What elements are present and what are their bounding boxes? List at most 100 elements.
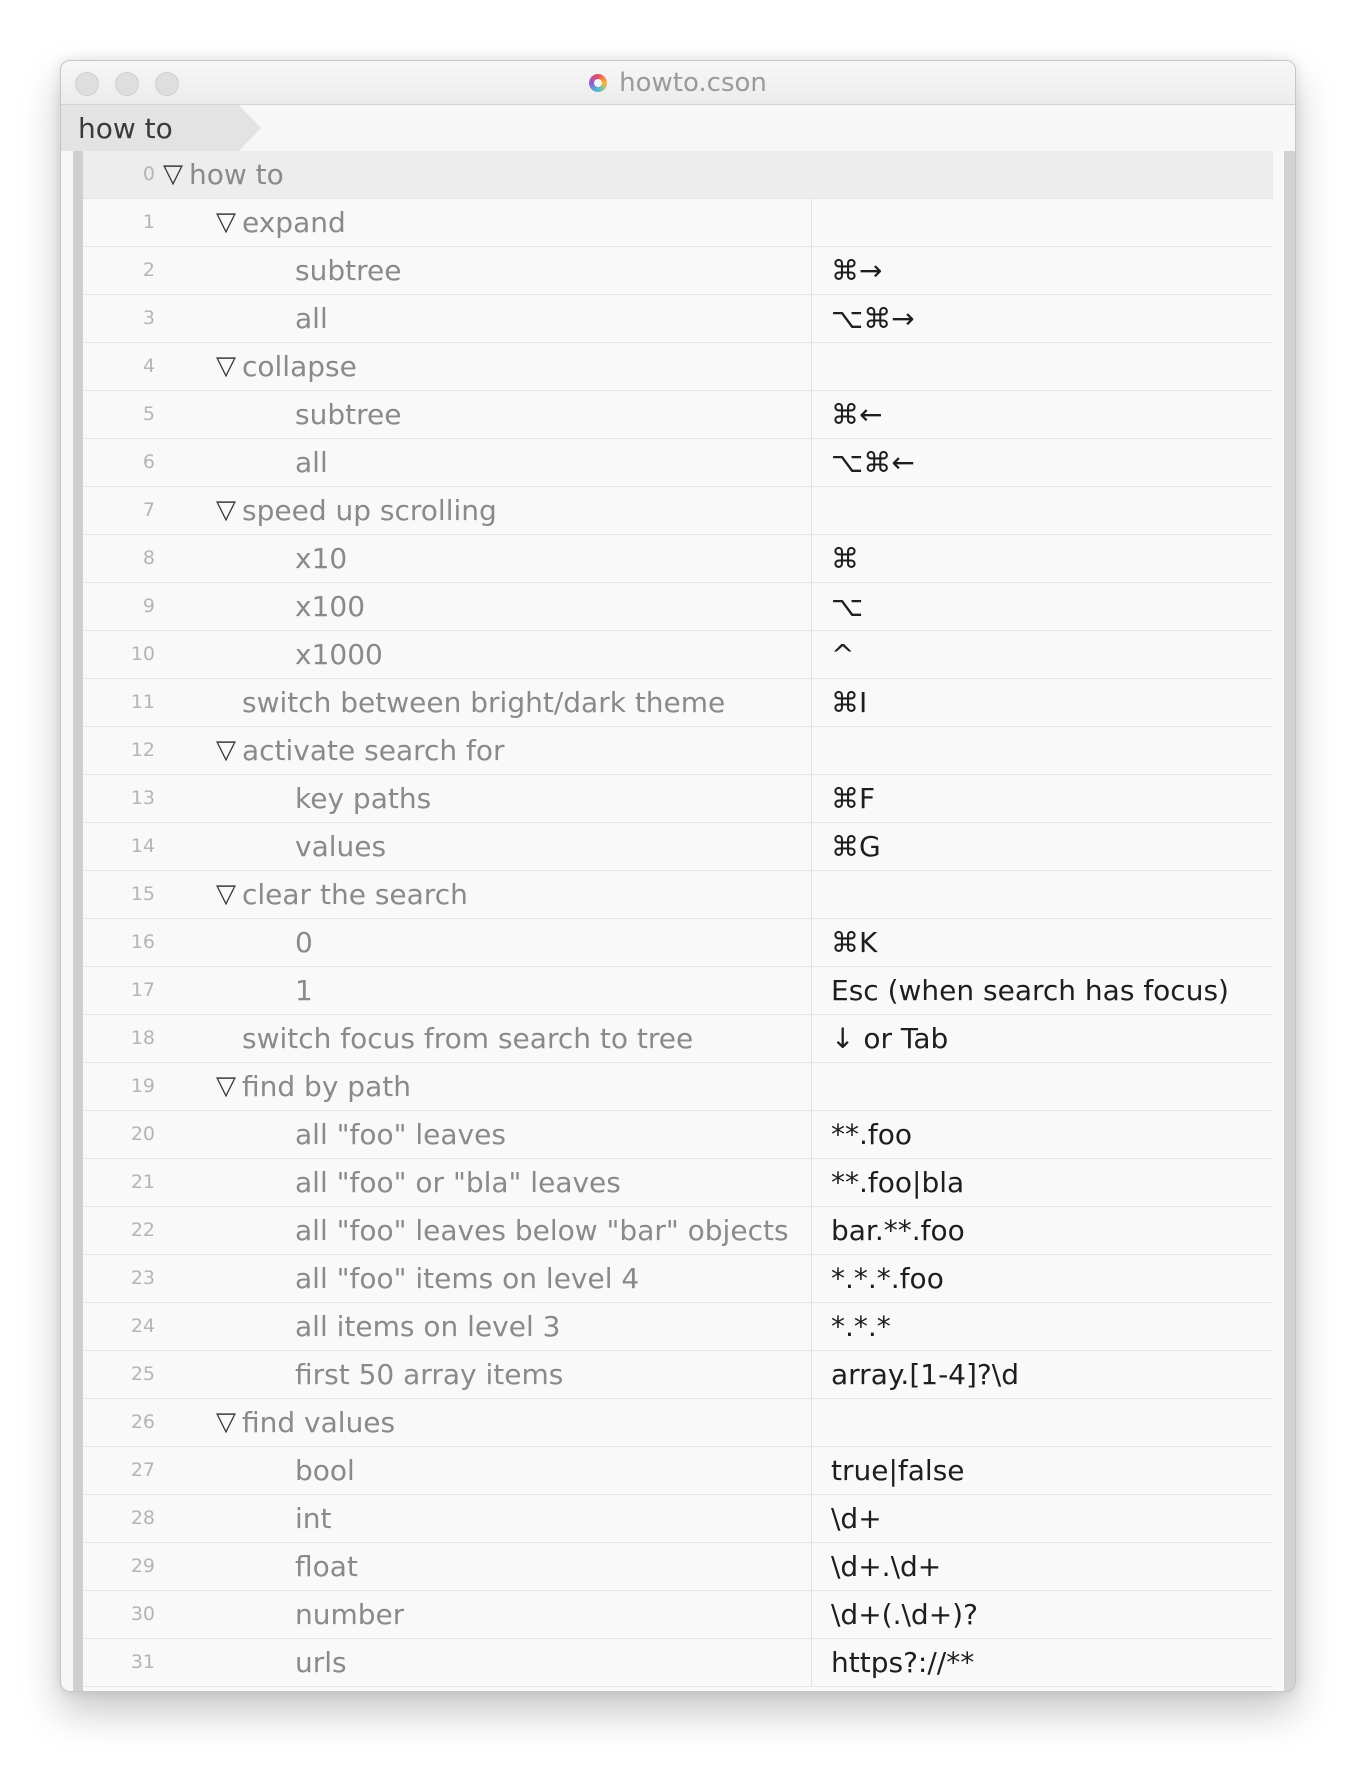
value-cell[interactable]: ⌘F — [831, 775, 1271, 822]
value-cell[interactable]: ⌘G — [831, 823, 1271, 870]
value-cell[interactable] — [831, 343, 1271, 390]
key-label[interactable]: subtree — [295, 247, 401, 294]
tree-row[interactable]: 26 ▽ find values — [83, 1399, 1273, 1447]
key-label[interactable]: subtree — [295, 391, 401, 438]
expand-triangle-icon[interactable]: ▽ — [216, 343, 236, 390]
key-label[interactable]: all "foo" leaves below "bar" objects — [295, 1207, 789, 1254]
key-label[interactable]: all — [295, 439, 328, 486]
value-cell[interactable]: ^ — [831, 631, 1271, 678]
value-cell[interactable]: ⌘← — [831, 391, 1271, 438]
key-label[interactable]: all "foo" leaves — [295, 1111, 506, 1158]
tree-row[interactable]: 11 switch between bright/dark theme ⌘I — [83, 679, 1273, 727]
value-cell[interactable]: ⌘ — [831, 535, 1271, 582]
key-label[interactable]: urls — [295, 1639, 347, 1686]
key-label[interactable]: bool — [295, 1447, 355, 1494]
value-cell[interactable]: ⌘K — [831, 919, 1271, 966]
key-label[interactable]: first 50 array items — [295, 1351, 563, 1398]
tree-row[interactable]: 0 ▽ how to — [83, 151, 1273, 199]
tree-row[interactable]: 22 all "foo" leaves below "bar" objects ba… — [83, 1207, 1273, 1255]
tree-row[interactable]: 13 key paths ⌘F — [83, 775, 1273, 823]
tree-row[interactable]: 7 ▽ speed up scrolling — [83, 487, 1273, 535]
key-label[interactable]: speed up scrolling — [242, 487, 497, 534]
tree-row[interactable]: 6 all ⌥⌘← — [83, 439, 1273, 487]
key-label[interactable]: clear the search — [242, 871, 468, 918]
key-label[interactable]: switch between bright/dark theme — [242, 679, 725, 726]
tree-row[interactable]: 29 float \d+.\d+ — [83, 1543, 1273, 1591]
tree-row[interactable]: 24 all items on level 3 *.*.* — [83, 1303, 1273, 1351]
breadcrumb-item-root[interactable]: how to — [61, 105, 261, 151]
value-cell[interactable]: \d+.\d+ — [831, 1543, 1271, 1590]
value-cell[interactable]: *.*.* — [831, 1303, 1271, 1350]
tree-row[interactable]: 31 urls https?://** — [83, 1639, 1273, 1687]
value-cell[interactable]: ⌥ — [831, 583, 1271, 630]
expand-triangle-icon[interactable]: ▽ — [216, 1063, 236, 1110]
tree-row[interactable]: 15 ▽ clear the search — [83, 871, 1273, 919]
key-label[interactable]: float — [295, 1543, 358, 1590]
key-label[interactable]: switch focus from search to tree — [242, 1015, 693, 1062]
key-label[interactable]: all — [295, 295, 328, 342]
key-label[interactable]: all "foo" items on level 4 — [295, 1255, 639, 1302]
tree-row[interactable]: 12 ▽ activate search for — [83, 727, 1273, 775]
key-label[interactable]: 0 — [295, 919, 313, 966]
value-cell[interactable]: array.[1-4]?\d — [831, 1351, 1271, 1398]
value-cell[interactable]: \d+(.\d+)? — [831, 1591, 1271, 1638]
value-cell[interactable]: https?://** — [831, 1639, 1271, 1686]
value-cell[interactable] — [831, 487, 1271, 534]
tree-row[interactable]: 10 x1000 ^ — [83, 631, 1273, 679]
key-label[interactable]: expand — [242, 199, 346, 246]
tree-row[interactable]: 4 ▽ collapse — [83, 343, 1273, 391]
key-label[interactable]: 1 — [295, 967, 313, 1014]
tree-row[interactable]: 28 int \d+ — [83, 1495, 1273, 1543]
value-cell[interactable]: ⌘→ — [831, 247, 1271, 294]
value-cell[interactable]: \d+ — [831, 1495, 1271, 1542]
expand-triangle-icon[interactable]: ▽ — [216, 727, 236, 774]
value-cell[interactable]: true|false — [831, 1447, 1271, 1494]
tree-row[interactable]: 30 number \d+(.\d+)? — [83, 1591, 1273, 1639]
tree-row[interactable]: 14 values ⌘G — [83, 823, 1273, 871]
scrollbar-track[interactable] — [1284, 151, 1295, 1691]
value-cell[interactable]: Esc (when search has focus) — [831, 967, 1271, 1014]
key-label[interactable]: all "foo" or "bla" leaves — [295, 1159, 621, 1206]
expand-triangle-icon[interactable]: ▽ — [216, 1399, 236, 1446]
value-cell[interactable] — [831, 727, 1271, 774]
expand-triangle-icon[interactable]: ▽ — [163, 151, 183, 198]
key-label[interactable]: activate search for — [242, 727, 505, 774]
tree-row[interactable]: 25 first 50 array items array.[1-4]?\d — [83, 1351, 1273, 1399]
value-cell[interactable] — [831, 1063, 1271, 1110]
key-label[interactable]: x1000 — [295, 631, 383, 678]
tree-view[interactable]: 0 ▽ how to 1 ▽ expand 2 subtree ⌘→ 3 all ⌥⌘→ 4 ▽ colla… — [73, 151, 1285, 1691]
value-cell[interactable]: ⌥⌘→ — [831, 295, 1271, 342]
key-label[interactable]: find by path — [242, 1063, 411, 1110]
tree-row[interactable]: 3 all ⌥⌘→ — [83, 295, 1273, 343]
key-label[interactable]: all items on level 3 — [295, 1303, 560, 1350]
key-label[interactable]: number — [295, 1591, 404, 1638]
tree-row[interactable]: 5 subtree ⌘← — [83, 391, 1273, 439]
value-cell[interactable] — [831, 1399, 1271, 1446]
tree-row[interactable]: 20 all "foo" leaves **.foo — [83, 1111, 1273, 1159]
tree-row[interactable]: 16 0 ⌘K — [83, 919, 1273, 967]
value-cell[interactable]: ⌘I — [831, 679, 1271, 726]
key-label[interactable]: how to — [189, 151, 284, 198]
tree-row[interactable]: 1 ▽ expand — [83, 199, 1273, 247]
key-label[interactable]: x100 — [295, 583, 365, 630]
tree-row[interactable]: 27 bool true|false — [83, 1447, 1273, 1495]
tree-row[interactable]: 21 all "foo" or "bla" leaves **.foo|bla — [83, 1159, 1273, 1207]
value-cell[interactable]: bar.**.foo — [831, 1207, 1271, 1254]
tree-row[interactable]: 17 1 Esc (when search has focus) — [83, 967, 1273, 1015]
tree-row[interactable]: 2 subtree ⌘→ — [83, 247, 1273, 295]
key-label[interactable]: key paths — [295, 775, 431, 822]
key-label[interactable]: int — [295, 1495, 332, 1542]
key-label[interactable]: values — [295, 823, 386, 870]
value-cell[interactable]: *.*.*.foo — [831, 1255, 1271, 1302]
tree-row[interactable]: 18 switch focus from search to tree ↓ or T… — [83, 1015, 1273, 1063]
tree-row[interactable]: 8 x10 ⌘ — [83, 535, 1273, 583]
tree-row[interactable]: 23 all "foo" items on level 4 *.*.*.foo — [83, 1255, 1273, 1303]
tree-row[interactable]: 9 x100 ⌥ — [83, 583, 1273, 631]
expand-triangle-icon[interactable]: ▽ — [216, 871, 236, 918]
value-cell[interactable]: **.foo|bla — [831, 1159, 1271, 1206]
value-cell[interactable]: ↓ or Tab — [831, 1015, 1271, 1062]
expand-triangle-icon[interactable]: ▽ — [216, 487, 236, 534]
value-cell[interactable] — [831, 199, 1271, 246]
tree-row[interactable]: 19 ▽ find by path — [83, 1063, 1273, 1111]
key-label[interactable]: x10 — [295, 535, 347, 582]
